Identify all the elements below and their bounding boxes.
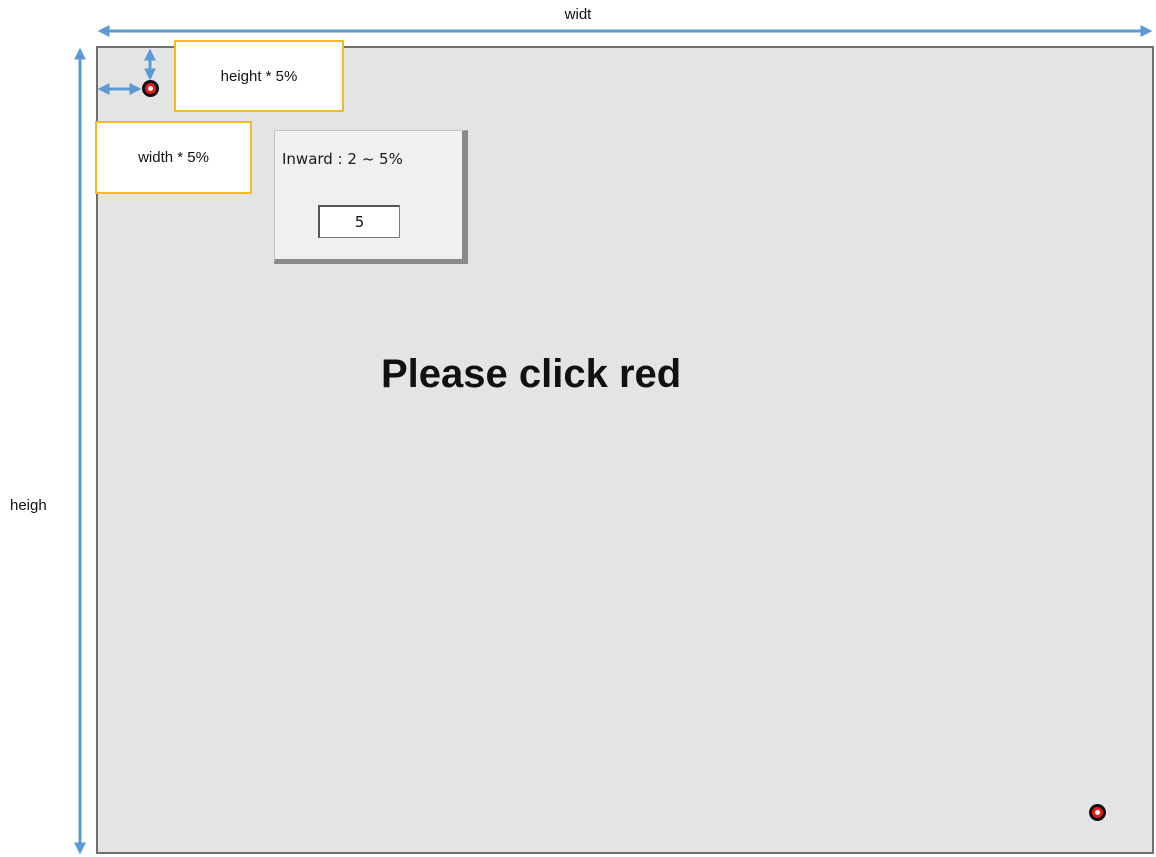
inward-input[interactable] bbox=[318, 205, 400, 238]
inward-panel: Inward : 2 ~ 5% bbox=[274, 130, 468, 264]
height-offset-note: height * 5% bbox=[174, 40, 344, 112]
height-offset-note-text: height * 5% bbox=[220, 67, 298, 85]
inward-label: Inward : 2 ~ 5% bbox=[282, 150, 403, 168]
instruction-text: Please click red bbox=[381, 352, 682, 396]
target-bottom-right-icon[interactable] bbox=[1089, 804, 1106, 821]
target-top-left-icon[interactable] bbox=[142, 80, 159, 97]
width-offset-note-text: width * 5% bbox=[138, 149, 209, 166]
width-offset-note: width * 5% bbox=[95, 121, 252, 194]
